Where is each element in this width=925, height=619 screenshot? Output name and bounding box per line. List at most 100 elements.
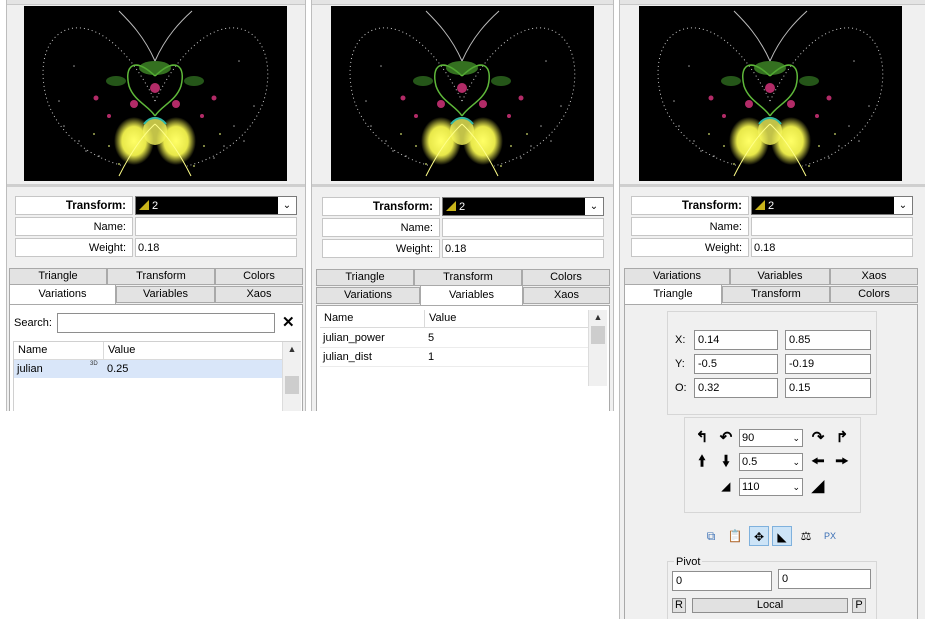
name-label: Name: bbox=[15, 217, 133, 236]
paste-icon[interactable]: 📋 bbox=[725, 526, 745, 546]
variations-page: Search: ✕ Name Value julian 3D 0.25 ▲ bbox=[9, 304, 303, 411]
tab-xaos[interactable]: Xaos bbox=[215, 286, 303, 303]
tab-triangle[interactable]: Triangle bbox=[624, 284, 722, 304]
splitter[interactable] bbox=[312, 184, 613, 187]
variable-name: julian_dist bbox=[323, 351, 372, 363]
tab-variations[interactable]: Variations bbox=[316, 287, 420, 304]
rotate-left-icon[interactable]: ↶ bbox=[717, 429, 735, 447]
weight-label: Weight: bbox=[15, 238, 133, 257]
scale-amount-select[interactable]: 110 ⌄ bbox=[739, 478, 803, 496]
name-field[interactable] bbox=[751, 217, 913, 236]
scale-down-icon[interactable]: ◢ bbox=[717, 478, 735, 496]
table-scrollbar[interactable]: ▲ bbox=[588, 310, 607, 386]
tab-transform[interactable]: Transform bbox=[722, 286, 830, 303]
move-amount-select[interactable]: 0.5 ⌄ bbox=[739, 453, 803, 471]
variables-page: Name Value julian_power 5 julian_dist 1 … bbox=[316, 305, 610, 411]
o-b-field[interactable]: 0.15 bbox=[785, 378, 871, 398]
scale-up-icon[interactable]: ◢ bbox=[809, 478, 827, 496]
rotate-amount-select[interactable]: 90 ⌄ bbox=[739, 429, 803, 447]
tab-colors[interactable]: Colors bbox=[522, 269, 610, 286]
x-b-field[interactable]: 0.85 bbox=[785, 330, 871, 350]
splitter[interactable] bbox=[620, 184, 925, 187]
move-up-icon[interactable]: 🠙 bbox=[693, 453, 711, 471]
fractal-preview bbox=[639, 6, 902, 181]
table-scrollbar[interactable]: ▲ bbox=[282, 342, 301, 411]
name-field[interactable] bbox=[442, 218, 604, 237]
chevron-down-icon[interactable]: ⌄ bbox=[792, 479, 800, 495]
rotate-right-icon[interactable]: ↷ bbox=[809, 429, 827, 447]
chevron-down-icon[interactable]: ⌄ bbox=[585, 198, 603, 215]
weight-field[interactable]: 0.18 bbox=[751, 238, 913, 257]
rotate-left-90-icon[interactable]: ↰ bbox=[693, 429, 711, 447]
variable-name: julian_power bbox=[323, 332, 385, 344]
column-header-value[interactable]: Value bbox=[425, 310, 588, 328]
y-b-field[interactable]: -0.19 bbox=[785, 354, 871, 374]
tab-transform[interactable]: Transform bbox=[107, 268, 215, 285]
pivot-mode-button[interactable]: Local bbox=[692, 598, 848, 613]
table-row[interactable]: julian_power 5 bbox=[320, 329, 588, 348]
scroll-thumb[interactable] bbox=[591, 326, 605, 344]
triangle-edit-icon[interactable]: ◣ bbox=[772, 526, 792, 546]
tab-colors[interactable]: Colors bbox=[215, 268, 303, 285]
scroll-thumb[interactable] bbox=[285, 376, 299, 394]
pivot-pick-button[interactable]: P bbox=[852, 598, 866, 613]
variable-value[interactable]: 5 bbox=[425, 329, 434, 347]
o-a-field[interactable]: 0.32 bbox=[694, 378, 778, 398]
tab-variations[interactable]: Variations bbox=[9, 284, 116, 304]
move-left-icon[interactable]: 🠘 bbox=[809, 453, 827, 471]
balance-icon[interactable]: ⚖ bbox=[796, 526, 816, 546]
tab-variables[interactable]: Variables bbox=[116, 286, 215, 303]
transform-select[interactable]: 2 ⌄ bbox=[135, 196, 297, 215]
tab-xaos[interactable]: Xaos bbox=[830, 268, 918, 285]
column-header-name[interactable]: Name bbox=[320, 310, 425, 328]
transform-select[interactable]: 2 ⌄ bbox=[442, 197, 604, 216]
top-strip bbox=[620, 0, 925, 5]
tab-xaos[interactable]: Xaos bbox=[523, 287, 610, 304]
table-row[interactable]: julian 3D 0.25 bbox=[14, 360, 282, 378]
variations-table: Name Value julian 3D 0.25 ▲ bbox=[13, 341, 301, 411]
splitter[interactable] bbox=[7, 184, 305, 187]
tab-colors[interactable]: Colors bbox=[830, 286, 918, 303]
tab-variations[interactable]: Variations bbox=[624, 268, 730, 285]
tab-variables[interactable]: Variables bbox=[420, 285, 523, 305]
select-move-icon[interactable]: ✥ bbox=[749, 526, 769, 546]
tab-bar: Variations Variables Xaos Triangle Trans… bbox=[624, 268, 918, 308]
variable-value[interactable]: 1 bbox=[425, 348, 434, 366]
pivot-x-field[interactable]: 0 bbox=[672, 571, 772, 591]
weight-field[interactable]: 0.18 bbox=[442, 239, 604, 258]
copy-icon[interactable]: ⧉ bbox=[701, 526, 721, 546]
weight-label: Weight: bbox=[322, 239, 440, 258]
top-strip bbox=[312, 0, 613, 5]
y-a-field[interactable]: -0.5 bbox=[694, 354, 778, 374]
chevron-down-icon[interactable]: ⌄ bbox=[792, 454, 800, 470]
column-header-name[interactable]: Name bbox=[14, 342, 104, 360]
pivot-y-field[interactable]: 0 bbox=[778, 569, 871, 589]
weight-field[interactable]: 0.18 bbox=[135, 238, 297, 257]
pivot-reset-button[interactable]: R bbox=[672, 598, 686, 613]
tab-variables[interactable]: Variables bbox=[730, 268, 830, 285]
rotate-right-90-icon[interactable]: ↱ bbox=[833, 429, 851, 447]
close-icon[interactable]: ✕ bbox=[282, 313, 295, 331]
scroll-up-icon[interactable]: ▲ bbox=[283, 342, 301, 356]
chevron-down-icon[interactable]: ⌄ bbox=[894, 197, 912, 214]
variation-value[interactable]: 0.25 bbox=[104, 360, 128, 378]
chevron-down-icon[interactable]: ⌄ bbox=[792, 430, 800, 446]
move-down-icon[interactable]: 🠛 bbox=[717, 453, 735, 471]
transform-select[interactable]: 2 ⌄ bbox=[751, 196, 913, 215]
transform-controls: ↰ ↶ 90 ⌄ ↷ ↱ 🠙 🠛 0.5 ⌄ 🠘 🠚 ◢ 110 ⌄ ◢ bbox=[684, 417, 861, 513]
name-field[interactable] bbox=[135, 217, 297, 236]
chevron-down-icon[interactable]: ⌄ bbox=[278, 197, 296, 214]
tab-triangle[interactable]: Triangle bbox=[9, 268, 107, 285]
x-a-field[interactable]: 0.14 bbox=[694, 330, 778, 350]
triangle-page: X: 0.14 0.85 Y: -0.5 -0.19 O: 0.32 0.15 … bbox=[624, 304, 918, 619]
tab-triangle[interactable]: Triangle bbox=[316, 269, 414, 286]
move-right-icon[interactable]: 🠚 bbox=[833, 453, 851, 471]
tab-transform[interactable]: Transform bbox=[414, 269, 522, 286]
flip-icon[interactable]: PX bbox=[820, 526, 840, 546]
search-input[interactable] bbox=[57, 313, 275, 333]
pivot-label: Pivot bbox=[674, 556, 703, 568]
table-row[interactable]: julian_dist 1 bbox=[320, 348, 588, 367]
scroll-up-icon[interactable]: ▲ bbox=[589, 310, 607, 324]
column-header-value[interactable]: Value bbox=[104, 342, 282, 360]
x-label: X: bbox=[675, 334, 686, 346]
